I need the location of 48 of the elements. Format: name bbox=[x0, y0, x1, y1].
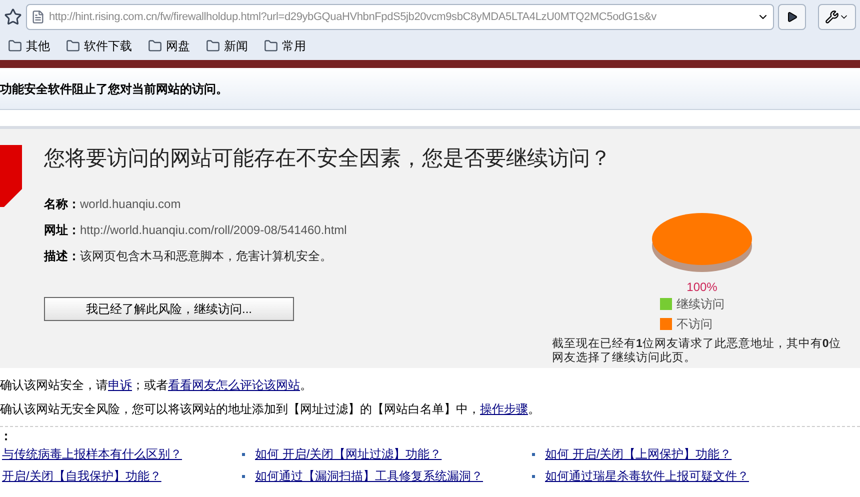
legend-label: 不访问 bbox=[676, 316, 712, 332]
warning-title: 您将要访问的网站可能存在不安全因素，您是否要继续访问？ bbox=[44, 145, 612, 172]
bullet-icon bbox=[242, 452, 245, 456]
faq-link[interactable]: 与传统病毒上报样本有什么区别？ bbox=[2, 445, 182, 463]
field-label: 描述： bbox=[44, 248, 80, 264]
pie-value-label: 100% bbox=[686, 280, 718, 292]
faq-link[interactable]: 如何通过【漏洞扫描】工具修复系统漏洞？ bbox=[255, 467, 483, 485]
field-label: 网址： bbox=[44, 222, 80, 238]
play-icon bbox=[786, 11, 798, 23]
folder-icon bbox=[66, 39, 80, 53]
continue-button[interactable]: 我已经了解此风险，继续访问... bbox=[44, 296, 294, 320]
bullet-icon bbox=[532, 452, 535, 456]
note-link[interactable]: 申诉 bbox=[108, 378, 132, 392]
folder-icon bbox=[206, 39, 220, 53]
stop-sign-icon bbox=[0, 145, 22, 207]
note-text: 确认该网站无安全风险，您可以将该网站的地址添加到【网址过滤】的【网站白名单】中，操作步骤。 bbox=[0, 401, 541, 418]
folder-icon bbox=[148, 39, 162, 53]
tools-button[interactable] bbox=[818, 4, 856, 30]
bullet-icon bbox=[532, 474, 535, 478]
faq-link[interactable]: 如何通过瑞星杀毒软件上报可疑文件？ bbox=[545, 467, 749, 485]
note-link[interactable]: 操作步骤 bbox=[480, 402, 528, 416]
legend-label: 继续访问 bbox=[676, 296, 724, 312]
url-text: http://hint.rising.com.cn/fw/firewallholdup.html?url=d29ybGQuaHVhbnFpdS5jb20vcm9sbC8yMDA5LTA4LzU0MTQ2MC5odG1s&v bbox=[49, 10, 658, 25]
faq-link[interactable]: 如何 开启/关闭【网址过滤】功能？ bbox=[255, 445, 442, 463]
bookmark-item[interactable]: 其他 bbox=[8, 37, 50, 55]
page-icon bbox=[31, 10, 45, 24]
bookmark-item[interactable]: 软件下载 bbox=[66, 37, 132, 55]
field-value: 该网页包含木马和恶意脚本，危害计算机安全。 bbox=[80, 248, 332, 264]
folder-icon bbox=[8, 39, 22, 53]
faq-link[interactable]: 开启/关闭【自我保护】功能？ bbox=[2, 467, 162, 485]
bullet-icon bbox=[242, 474, 245, 478]
go-button[interactable] bbox=[778, 4, 806, 30]
field-label: 名称： bbox=[44, 196, 80, 212]
faq-link[interactable]: 如何 开启/关闭【上网保护】功能？ bbox=[545, 445, 732, 463]
bookmark-item[interactable]: 新闻 bbox=[206, 37, 248, 55]
info-text: 功能安全软件阻止了您对当前网站的访问。 bbox=[0, 80, 228, 98]
note-link[interactable]: 看看网友怎么评论该网站 bbox=[168, 378, 300, 392]
field-value: world.huanqiu.com bbox=[80, 196, 181, 212]
bookmark-item[interactable]: 网盘 bbox=[148, 37, 190, 55]
bookmark-star-icon[interactable] bbox=[4, 8, 22, 26]
faq-heading: ： bbox=[0, 429, 13, 443]
folder-icon bbox=[264, 39, 278, 53]
wrench-icon bbox=[825, 10, 839, 24]
stats-text: 截至现在已经有1位网友请求了此恶意地址，其中有0位网友选择了继续访问此页。 bbox=[552, 336, 842, 364]
address-field[interactable]: http://hint.rising.com.cn/fw/firewallholdup.html?url=d29ybGQuaHVhbnFpdS5jb20vcm9sbC8yMDA5LTA4LzU0MTQ2MC5odG1s&v bbox=[26, 4, 774, 30]
bookmark-item[interactable]: 常用 bbox=[264, 37, 306, 55]
note-text: 确认该网站安全，请申诉；或者看看网友怎么评论该网站。 bbox=[0, 377, 313, 394]
field-value: http://world.huanqiu.com/roll/2009-08/541460.html bbox=[80, 222, 347, 238]
